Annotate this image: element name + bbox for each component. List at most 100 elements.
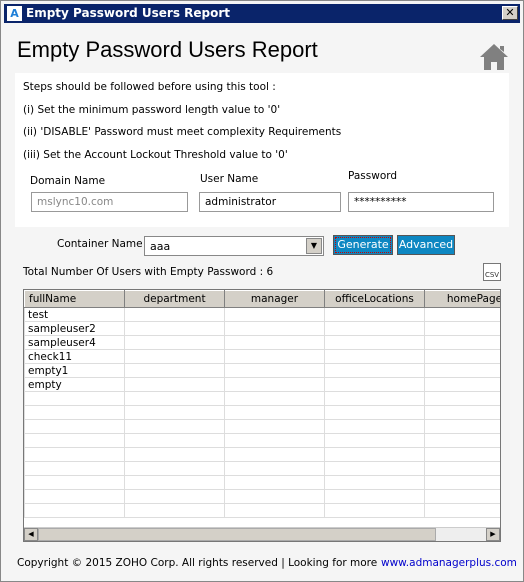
total-count: Total Number Of Users with Empty Passwor… (23, 266, 274, 278)
horizontal-scrollbar[interactable]: ◀ ▶ (24, 527, 500, 541)
column-header[interactable]: department (124, 290, 225, 308)
table-cell (324, 489, 425, 504)
container-value: aaa (150, 240, 171, 253)
table-row[interactable] (24, 461, 500, 476)
scroll-thumb[interactable] (38, 528, 436, 541)
window: A Empty Password Users Report ✕ Empty Pa… (0, 0, 524, 582)
username-input[interactable]: administrator (199, 192, 341, 212)
table-cell (424, 475, 500, 490)
table-cell (124, 335, 225, 350)
table-row[interactable]: test (24, 307, 500, 322)
table-cell: sampleuser4 (24, 335, 125, 350)
domain-label: Domain Name (30, 175, 106, 187)
table-row[interactable] (24, 475, 500, 490)
column-header[interactable]: manager (224, 290, 325, 308)
table-row[interactable]: empty (24, 377, 500, 392)
close-button[interactable]: ✕ (502, 6, 518, 20)
table-row[interactable] (24, 419, 500, 434)
table-cell (324, 447, 425, 462)
table-cell (124, 461, 225, 476)
password-input[interactable]: ********** (348, 192, 494, 212)
table-cell (124, 419, 225, 434)
table-row[interactable] (24, 405, 500, 420)
column-header[interactable]: officeLocations (324, 290, 425, 308)
table-cell (224, 321, 325, 336)
table-cell (224, 475, 325, 490)
table-row[interactable] (24, 433, 500, 448)
table-cell (324, 363, 425, 378)
username-label: User Name (200, 173, 259, 185)
table-cell (324, 475, 425, 490)
table-cell (24, 461, 125, 476)
table-cell (24, 447, 125, 462)
column-header[interactable]: fullName (24, 290, 125, 308)
column-header[interactable]: homePage (424, 290, 500, 308)
table-cell (324, 321, 425, 336)
table-cell (424, 363, 500, 378)
copyright-text: Copyright © 2015 ZOHO Corp. All rights r… (17, 557, 378, 569)
table-cell (24, 475, 125, 490)
window-title: Empty Password Users Report (26, 6, 231, 20)
table-cell (124, 433, 225, 448)
results-table: fullName department manager officeLocations… (23, 289, 501, 542)
table-cell (24, 419, 125, 434)
table-cell (124, 363, 225, 378)
table-cell: empty1 (24, 363, 125, 378)
csv-export-icon[interactable]: CSV (483, 263, 501, 281)
table-cell (24, 405, 125, 420)
table-cell (24, 503, 125, 518)
table-cell (224, 447, 325, 462)
table-cell (424, 447, 500, 462)
table-cell (124, 447, 225, 462)
step-3: (iii) Set the Account Lockout Threshold … (23, 149, 288, 161)
table-cell (324, 307, 425, 322)
table-row[interactable] (24, 489, 500, 504)
generate-button[interactable]: Generate (333, 235, 393, 255)
table-cell (324, 433, 425, 448)
table-row[interactable]: sampleuser2 (24, 321, 500, 336)
app-icon: A (7, 6, 22, 21)
table-cell: sampleuser2 (24, 321, 125, 336)
table-cell (124, 377, 225, 392)
home-icon[interactable] (479, 43, 509, 71)
table-cell (224, 377, 325, 392)
table-row[interactable]: check11 (24, 349, 500, 364)
table-cell (424, 419, 500, 434)
table-cell (424, 461, 500, 476)
advanced-button[interactable]: Advanced (397, 235, 455, 255)
table-cell (224, 349, 325, 364)
container-select[interactable]: aaa ▼ (144, 236, 324, 256)
steps-intro: Steps should be followed before using th… (23, 81, 276, 93)
table-cell (424, 349, 500, 364)
chevron-down-icon[interactable]: ▼ (306, 238, 322, 254)
table-cell (424, 405, 500, 420)
scroll-left-icon[interactable]: ◀ (24, 528, 38, 541)
step-1: (i) Set the minimum password length valu… (23, 104, 281, 116)
table-cell (424, 433, 500, 448)
table-row[interactable]: sampleuser4 (24, 335, 500, 350)
table-row[interactable]: empty1 (24, 363, 500, 378)
scroll-right-icon[interactable]: ▶ (486, 528, 500, 541)
table-cell: empty (24, 377, 125, 392)
website-link[interactable]: www.admanagerplus.com (381, 557, 517, 569)
table-cell (124, 349, 225, 364)
table-cell (224, 419, 325, 434)
instructions-panel: Steps should be followed before using th… (15, 73, 509, 227)
table-cell (324, 349, 425, 364)
table-cell (424, 335, 500, 350)
table-cell (224, 433, 325, 448)
table-row[interactable] (24, 503, 500, 518)
table-row[interactable] (24, 447, 500, 462)
table-cell (424, 503, 500, 518)
table-cell (324, 377, 425, 392)
table-row[interactable] (24, 391, 500, 406)
table-cell (224, 335, 325, 350)
table-cell (224, 363, 325, 378)
table-cell (124, 475, 225, 490)
table-cell (124, 405, 225, 420)
table-cell (124, 321, 225, 336)
table-cell (124, 391, 225, 406)
domain-input[interactable]: mslync10.com (31, 192, 188, 212)
table-cell (124, 489, 225, 504)
table-cell (124, 307, 225, 322)
